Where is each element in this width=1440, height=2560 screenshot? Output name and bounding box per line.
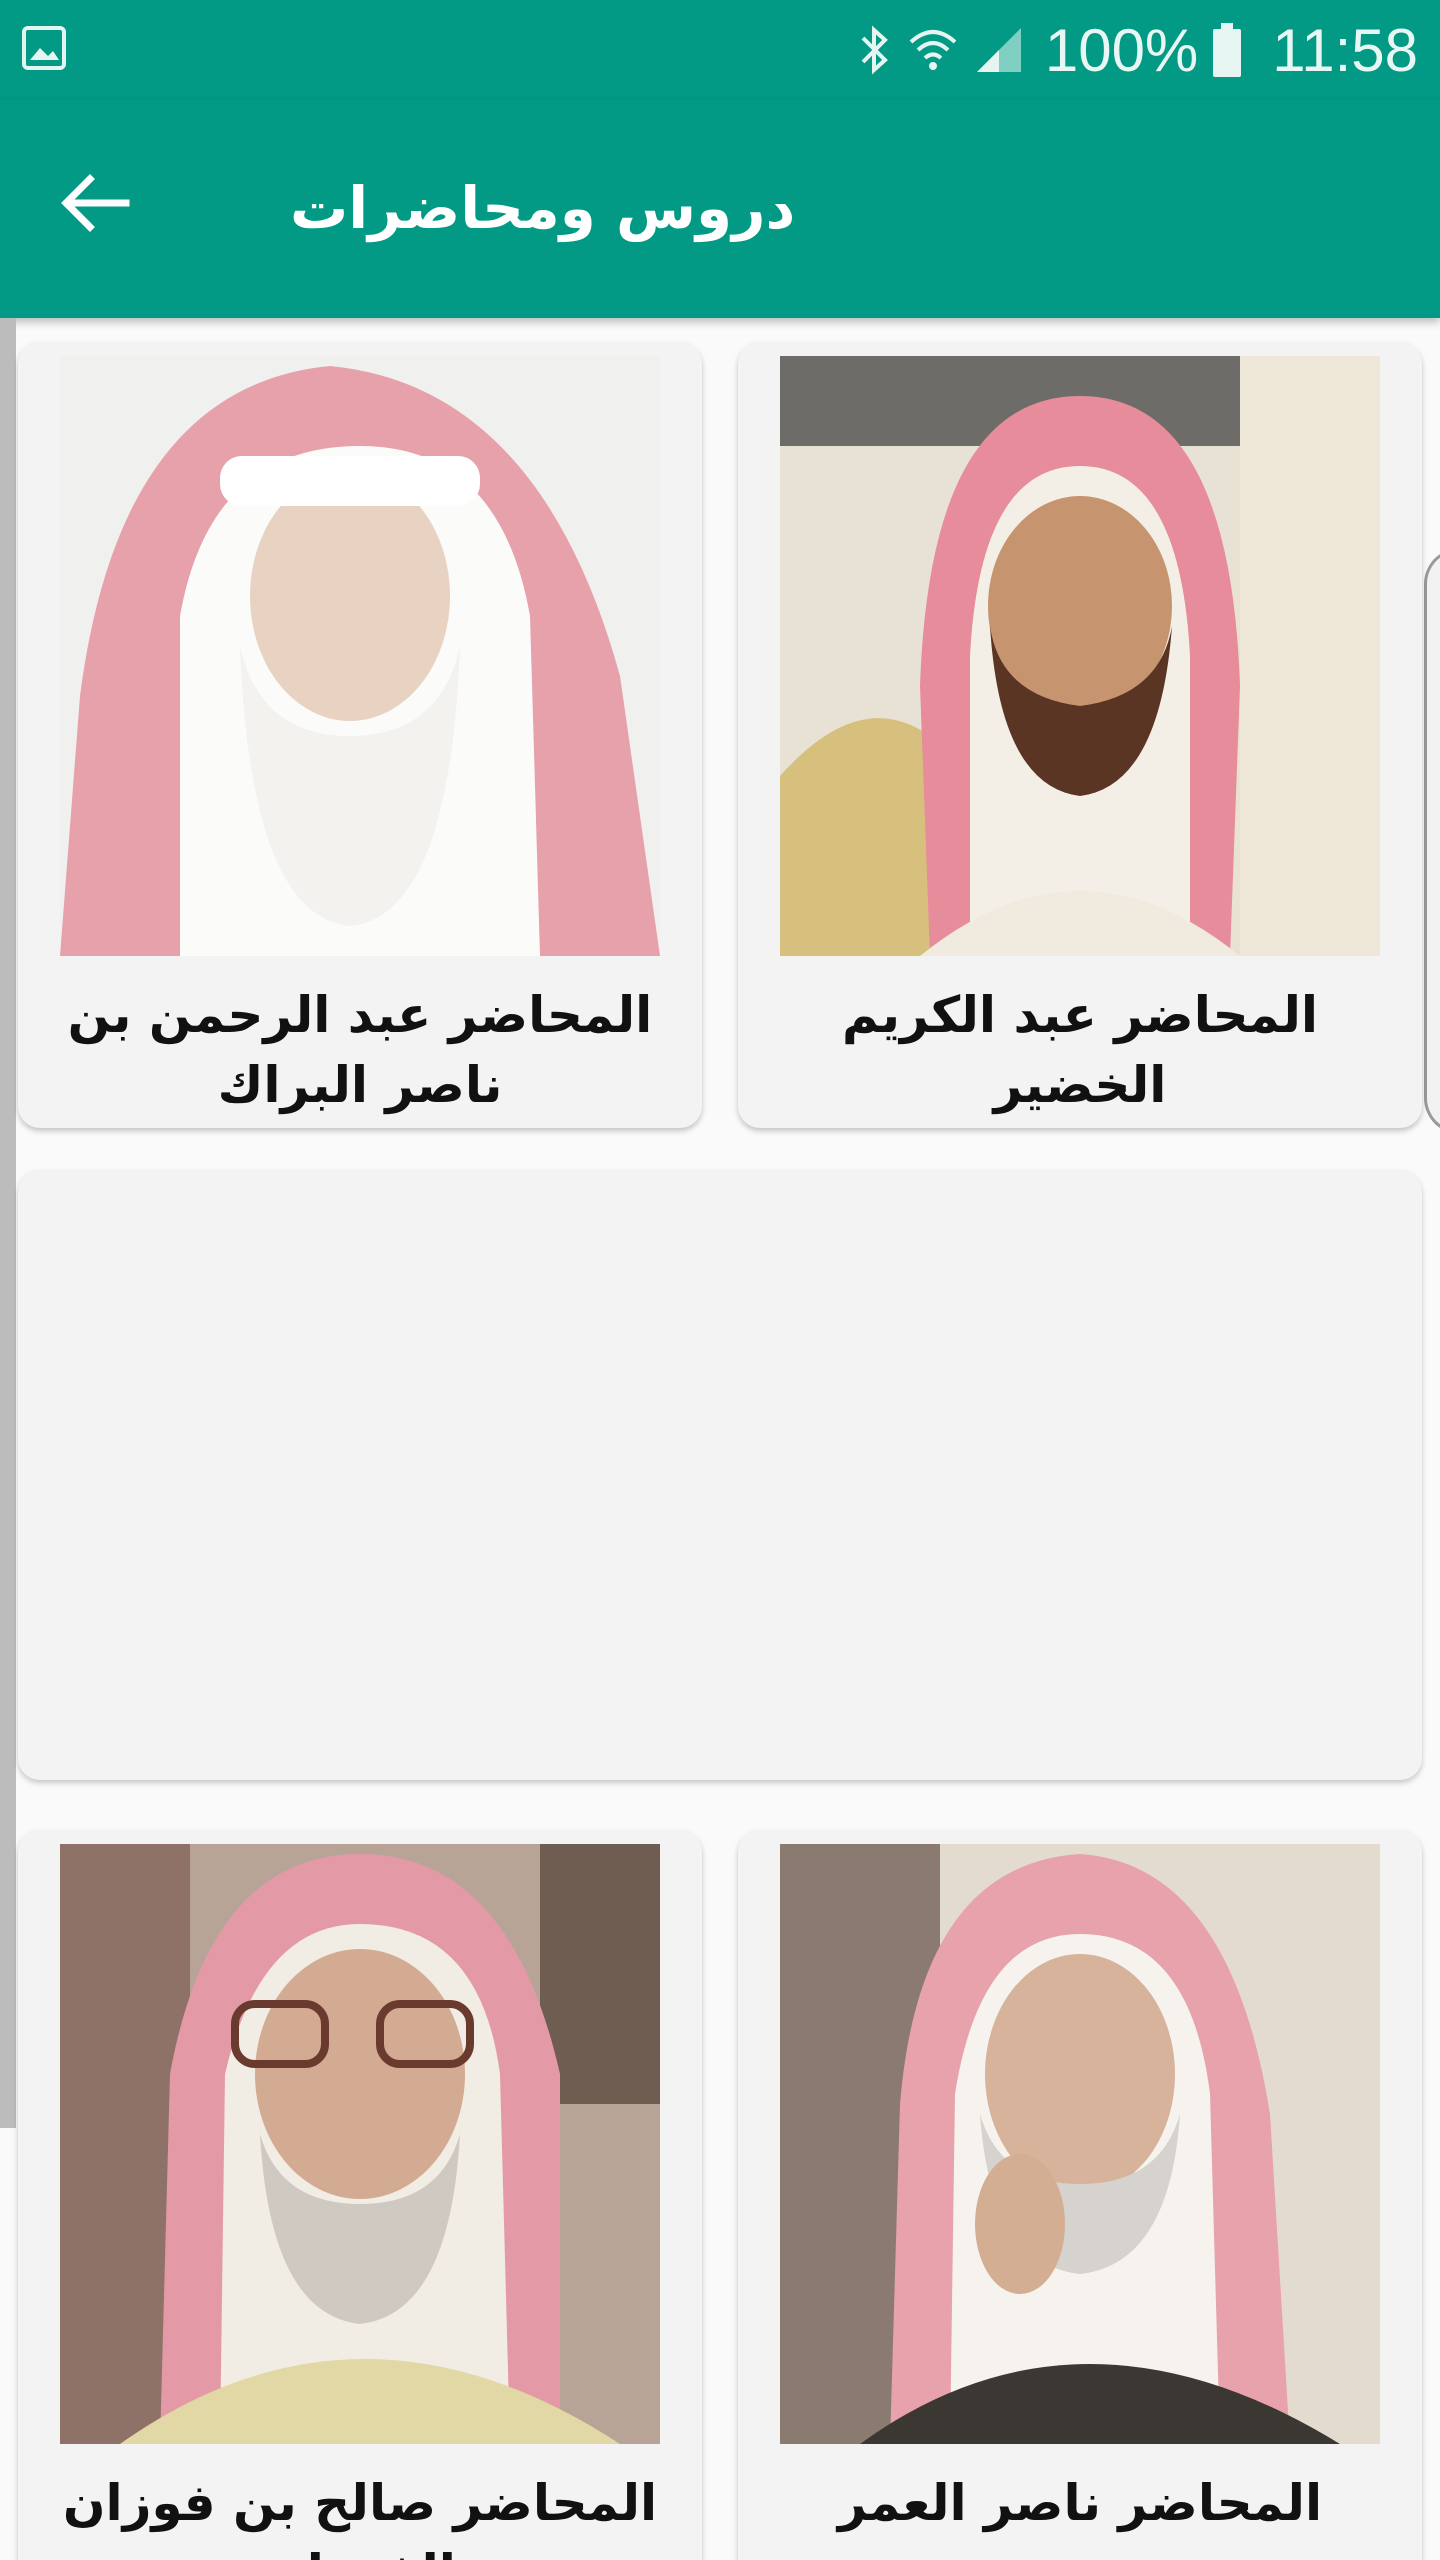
lecturer-name: المحاضر عبد الرحمن بن ناصر البراك — [67, 986, 653, 1114]
bluetooth-icon — [857, 24, 893, 76]
lecturer-card[interactable]: المحاضر صالح بن فوزان الفوزان — [18, 1830, 702, 2560]
lecturer-photo — [60, 1844, 660, 2444]
status-bar: 100% 11:58 — [0, 0, 1440, 100]
lecturer-name: المحاضر عبد الكريم الخضير — [841, 986, 1318, 1114]
lecturer-name: المحاضر صالح بن فوزان الفوزان — [62, 2474, 658, 2560]
lecturers-grid: المحاضر عبد الكريم الخضير المحاضر عبد ال… — [0, 318, 1440, 2560]
clock: 11:58 — [1272, 16, 1418, 84]
banner-placeholder — [18, 1170, 1422, 1780]
lecturer-photo — [780, 1844, 1380, 2444]
drawer-handle[interactable] — [1424, 548, 1440, 1134]
lecturer-photo — [780, 356, 1380, 956]
back-button[interactable] — [40, 148, 150, 258]
lecturer-card[interactable]: المحاضر عبد الكريم الخضير — [738, 342, 1422, 1128]
battery-icon — [1212, 23, 1242, 77]
arrow-left-icon — [60, 173, 130, 233]
wifi-icon — [907, 24, 959, 76]
app-toolbar: دروس ومحاضرات — [0, 100, 1440, 318]
lecturer-name: المحاضر ناصر العمر — [837, 2474, 1323, 2532]
lecturer-card[interactable]: المحاضر عبد الرحمن بن ناصر البراك — [18, 342, 702, 1128]
page-title: دروس ومحاضرات — [290, 174, 796, 242]
signal-icon — [973, 24, 1025, 76]
lecturer-card[interactable]: المحاضر ناصر العمر — [738, 1830, 1422, 2560]
battery-percent: 100% — [1044, 16, 1199, 84]
scroll-edge — [0, 318, 16, 2128]
lecturer-photo — [60, 356, 660, 956]
image-icon — [22, 26, 70, 74]
